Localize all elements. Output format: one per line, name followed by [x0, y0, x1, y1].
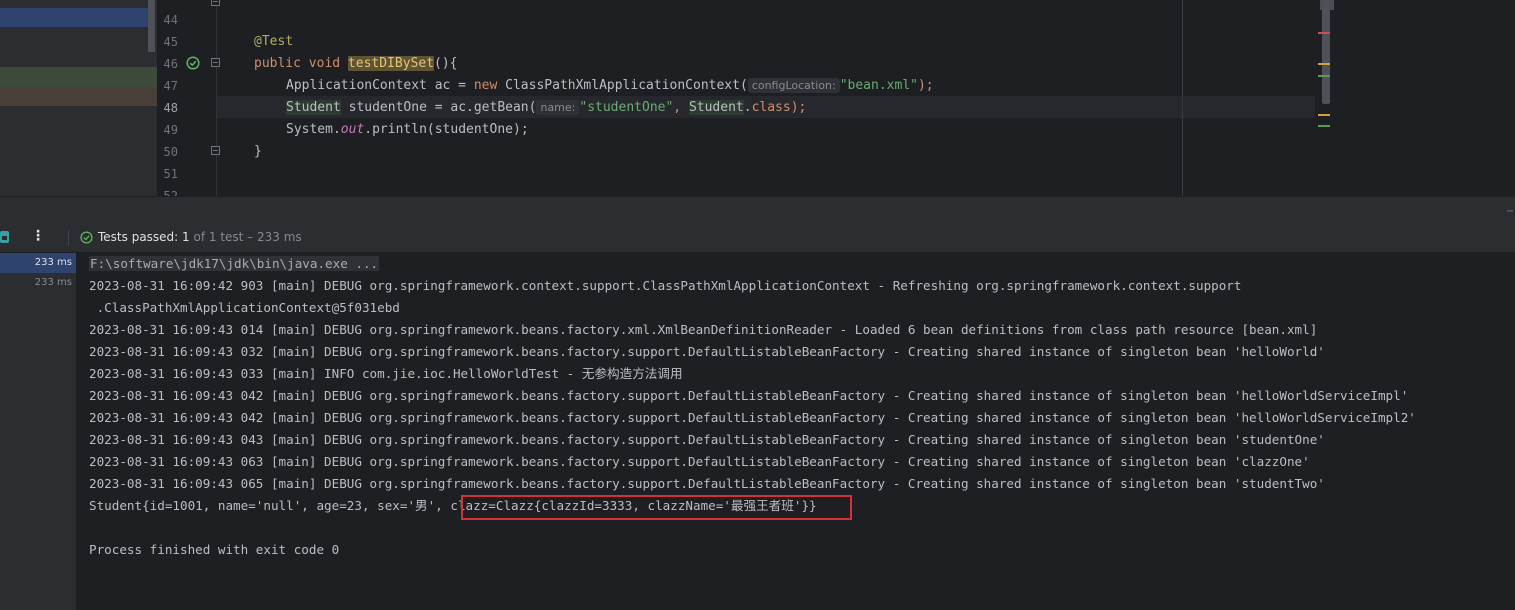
code-token: ); [917, 78, 934, 93]
keyword-token: new [473, 78, 506, 93]
console-line-exit: Process finished with exit code 0 [89, 542, 340, 557]
code-line-50[interactable]: } [254, 141, 262, 163]
error-stripe-marker[interactable] [1318, 75, 1330, 77]
line-number: 46 [163, 57, 178, 71]
test-status-text: Tests passed: 1 of 1 test – 233 ms [98, 230, 302, 244]
right-margin-guide [1182, 0, 1183, 196]
more-options-icon[interactable]: ⋯ [1507, 206, 1515, 217]
code-line-45[interactable]: @Test [254, 31, 293, 53]
project-tree-row[interactable] [0, 67, 157, 87]
line-number: 51 [163, 167, 178, 181]
console-line: 2023-08-31 16:09:43 042 [main] DEBUG org… [89, 388, 1409, 403]
toolbar-divider [68, 230, 69, 246]
console-line: 2023-08-31 16:09:43 063 [main] DEBUG org… [89, 454, 1310, 469]
java-command-link[interactable]: F:\software\jdk17\jdk\bin\java.exe ... [89, 256, 380, 271]
project-tree-scrollbar[interactable] [148, 0, 155, 52]
test-passed-run-icon[interactable] [186, 56, 200, 70]
code-line-48[interactable]: Student studentOne = ac.getBean(name: "st… [286, 97, 806, 119]
keyword-token: public void [254, 56, 348, 71]
line-number: 47 [163, 79, 178, 93]
fold-marker-icon[interactable] [211, 0, 220, 6]
code-token: (){ [434, 56, 458, 71]
export-results-icon[interactable] [0, 231, 9, 243]
annotation-token: @Test [254, 34, 294, 49]
console-line: 2023-08-31 16:09:43 014 [main] DEBUG org… [89, 322, 1318, 337]
status-label: Tests passed: [98, 230, 183, 244]
run-toolbar: ⋮ Tests passed: 1 of 1 test – 233 ms [0, 223, 1515, 253]
line-number-current: 48 [163, 101, 178, 115]
string-token: "studentOne" [579, 100, 674, 115]
console-output[interactable]: F:\software\jdk17\jdk\bin\java.exe ... 2… [77, 253, 1515, 610]
status-details: of 1 test – 233 ms [189, 230, 302, 244]
console-line: 2023-08-31 16:09:43 033 [main] INFO com.… [89, 366, 683, 381]
fold-marker-icon[interactable] [211, 146, 220, 155]
code-token: } [254, 144, 262, 159]
tool-window-header[interactable]: ⋯ [0, 196, 1515, 223]
line-number: 45 [163, 35, 178, 49]
console-line: 2023-08-31 16:09:43 032 [main] DEBUG org… [89, 344, 1325, 359]
test-tree-panel[interactable]: 233 ms 233 ms [0, 253, 77, 610]
console-line: .ClassPathXmlApplicationContext@5f031ebd [89, 300, 400, 315]
parameter-hint: name: [536, 100, 580, 115]
console-line: 2023-08-31 16:09:42 903 [main] DEBUG org… [89, 278, 1242, 293]
static-field-token: out [340, 122, 365, 137]
code-token: .println(studentOne); [364, 122, 529, 137]
project-tree-row[interactable] [0, 87, 157, 106]
kebab-menu-icon[interactable]: ⋮ [31, 228, 45, 244]
error-stripe-marker[interactable] [1318, 125, 1330, 127]
console-line-result: Student{id=1001, name='null', age=23, se… [89, 498, 817, 513]
code-token: System. [286, 122, 341, 137]
code-token: ClassPathXmlApplicationContext( [505, 78, 748, 93]
editor-scrollbar[interactable] [1322, 0, 1330, 104]
code-token: , [673, 100, 689, 115]
console-line-command[interactable]: F:\software\jdk17\jdk\bin\java.exe ... [89, 253, 380, 275]
type-token: Stude [286, 100, 326, 115]
project-tree-selected-row[interactable] [0, 8, 148, 27]
keyword-token: class [751, 100, 791, 115]
error-stripe-marker[interactable] [1318, 32, 1330, 34]
code-token: ApplicationContext ac = [286, 78, 474, 93]
line-number: 49 [163, 123, 178, 137]
fold-marker-icon[interactable] [211, 58, 220, 67]
console-line: 2023-08-31 16:09:43 042 [main] DEBUG org… [89, 410, 1416, 425]
code-token: . [743, 100, 752, 115]
status-count: 1 [182, 230, 190, 244]
code-token: studentOne = ac.getBean( [340, 100, 537, 115]
error-stripe-marker[interactable] [1318, 114, 1330, 116]
line-number: 50 [163, 145, 178, 159]
tests-passed-icon [80, 231, 93, 244]
parameter-hint: configLocation: [747, 78, 840, 93]
line-number: 52 [163, 189, 178, 196]
code-line-46[interactable]: public void testDIBySet(){ [254, 53, 458, 75]
ide-window: 44 45 46 47 48 49 50 51 52 @Test public … [0, 0, 1515, 610]
code-editor[interactable]: 44 45 46 47 48 49 50 51 52 @Test public … [0, 0, 1515, 196]
console-line: 2023-08-31 16:09:43 065 [main] DEBUG org… [89, 476, 1325, 491]
project-tree-strip[interactable] [0, 0, 157, 196]
type-token: nt [325, 100, 341, 115]
code-line-49[interactable]: System.out.println(studentOne); [286, 119, 529, 141]
line-number: 44 [163, 13, 178, 27]
code-line-47[interactable]: ApplicationContext ac = new ClassPathXml… [286, 75, 934, 97]
test-tree-row-selected[interactable]: 233 ms [0, 253, 76, 273]
console-line: 2023-08-31 16:09:43 043 [main] DEBUG org… [89, 432, 1325, 447]
code-token: ); [790, 100, 807, 115]
string-token: "bean.xml" [839, 78, 918, 93]
error-stripe-marker[interactable] [1318, 63, 1330, 65]
test-tree-row[interactable]: 233 ms [0, 273, 76, 293]
method-name-token: testDIBySet [347, 56, 435, 71]
type-token: Student [688, 100, 744, 115]
